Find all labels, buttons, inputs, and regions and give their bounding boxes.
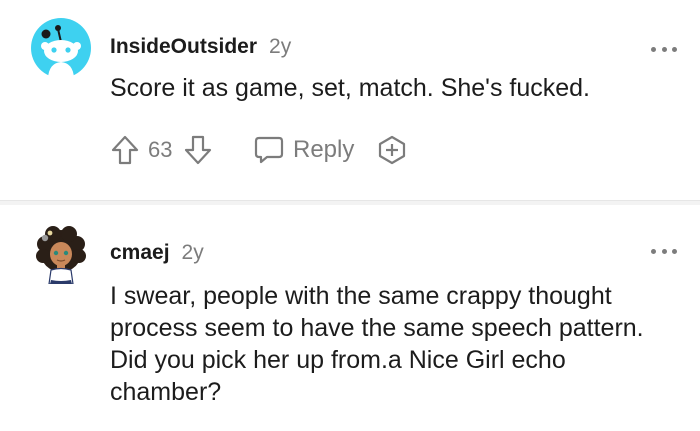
comment-age: 2y bbox=[269, 35, 292, 58]
username-link[interactable]: cmaej bbox=[110, 241, 170, 265]
comment-body: Score it as game, set, match. She's fuck… bbox=[110, 74, 590, 102]
comment-actions: 63 Reply bbox=[110, 132, 430, 168]
comment-header: InsideOutsider 2y bbox=[110, 35, 291, 59]
add-award-icon bbox=[378, 135, 406, 165]
dot bbox=[672, 46, 677, 52]
vote-score: 63 bbox=[148, 137, 173, 162]
custom-character-avatar-icon[interactable] bbox=[31, 224, 91, 285]
username-link[interactable]: InsideOutsider bbox=[110, 35, 257, 59]
comment-body: I swear, people with the same crappy tho… bbox=[110, 282, 644, 406]
downvote-button[interactable] bbox=[183, 132, 213, 168]
dot bbox=[651, 46, 656, 52]
dot bbox=[672, 248, 677, 254]
downvote-arrow-icon bbox=[184, 135, 212, 165]
more-horizontal-icon[interactable] bbox=[651, 246, 677, 256]
dot bbox=[661, 46, 667, 52]
reddit-snoo-avatar-icon[interactable] bbox=[31, 18, 91, 78]
add-award-button[interactable] bbox=[376, 132, 408, 168]
comment: cmaej 2y I swear, people with the same c… bbox=[0, 205, 700, 431]
dot bbox=[661, 248, 667, 254]
reply-button[interactable]: Reply bbox=[253, 132, 354, 168]
comment-header: cmaej 2y bbox=[110, 241, 204, 265]
more-horizontal-icon[interactable] bbox=[651, 44, 677, 54]
dot bbox=[651, 248, 656, 254]
comment: InsideOutsider 2y Score it as game, set,… bbox=[0, 0, 700, 200]
comment-age: 2y bbox=[181, 241, 204, 264]
upvote-button[interactable] bbox=[110, 132, 140, 168]
upvote-arrow-icon bbox=[111, 135, 139, 165]
comment-thread: InsideOutsider 2y Score it as game, set,… bbox=[0, 0, 700, 431]
reply-label: Reply bbox=[293, 136, 355, 163]
speech-bubble-icon bbox=[254, 136, 284, 164]
